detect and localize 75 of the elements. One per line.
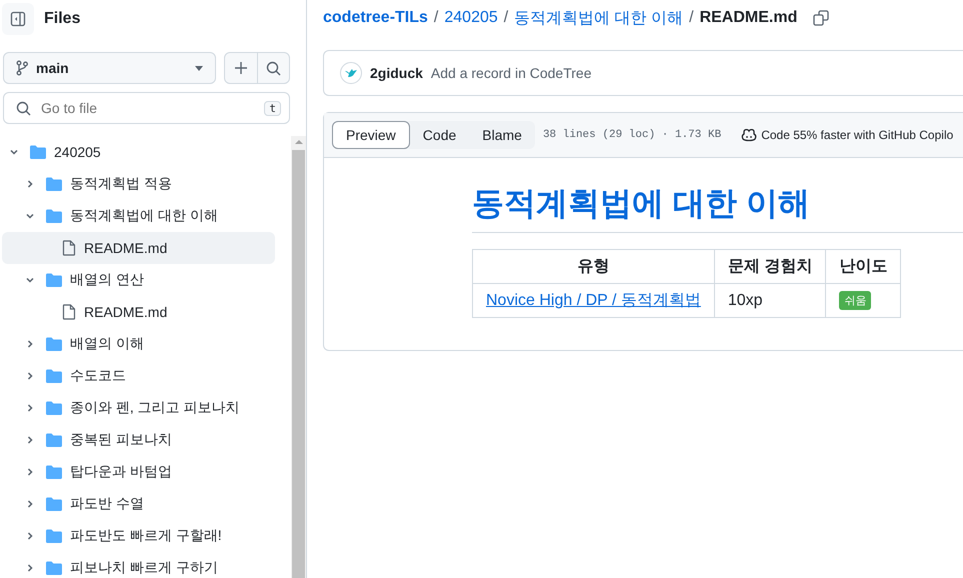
- folder-icon: [46, 465, 62, 479]
- folder-icon: [46, 433, 62, 447]
- breadcrumb-link[interactable]: 240205: [444, 9, 498, 27]
- path-separator: /: [434, 9, 438, 27]
- view-tab[interactable]: Preview: [332, 121, 410, 149]
- folder-item[interactable]: 파도반 수열: [2, 488, 275, 520]
- chevron-right-icon: [25, 179, 35, 189]
- chevron-down-icon: [9, 147, 19, 157]
- chevron-right-icon: [25, 435, 35, 445]
- path-separator: /: [689, 9, 694, 27]
- column-header: 난이도: [826, 250, 901, 284]
- view-tab[interactable]: Code: [410, 121, 470, 149]
- folder-item[interactable]: 피보나치 빠르게 구하기: [2, 552, 275, 578]
- sidebar-title: Files: [44, 10, 80, 28]
- folder-item[interactable]: 동적계획법에 대한 이해: [2, 200, 275, 232]
- chevron-right-icon: [25, 563, 35, 573]
- chevron-down-icon: [25, 211, 35, 221]
- folder-item[interactable]: 배열의 이해: [2, 328, 275, 360]
- chevron-right-icon: [25, 339, 35, 349]
- branch-icon: [16, 60, 28, 76]
- avatar-icon: [340, 62, 362, 84]
- folder-icon: [46, 529, 62, 543]
- chevron-right-icon: [25, 499, 35, 509]
- folder-icon: [46, 337, 62, 351]
- file-info: 38 lines (29 loc) · 1.73 KB: [542, 129, 722, 141]
- folder-item[interactable]: 중복된 피보나치: [2, 424, 275, 456]
- folder-icon: [46, 273, 62, 287]
- copilot-promo[interactable]: Code 55% faster with GitHub Copilo: [761, 128, 954, 142]
- folder-item[interactable]: 240205: [2, 136, 275, 168]
- go-to-file-box[interactable]: Go to file t: [3, 92, 290, 124]
- folder-item[interactable]: 동적계획법 적용: [2, 168, 275, 200]
- copy-icon[interactable]: [813, 10, 830, 26]
- sidebar-toggle-button[interactable]: [2, 3, 34, 35]
- chevron-right-icon: [25, 403, 35, 413]
- folder-icon: [46, 177, 62, 191]
- commit-message[interactable]: Add a record in CodeTree: [430, 65, 592, 81]
- breadcrumb-link[interactable]: codetree-TILs: [323, 9, 428, 27]
- file-icon: [62, 304, 76, 320]
- copilot-icon: [741, 128, 758, 142]
- caret-icon: [195, 66, 203, 70]
- chevron-down-icon: [25, 275, 35, 285]
- file-icon: [62, 240, 76, 256]
- table-cell: 10xp: [714, 284, 826, 318]
- folder-item[interactable]: 수도코드: [2, 360, 275, 392]
- search-icon: [266, 60, 281, 76]
- file-item[interactable]: README.md: [2, 296, 275, 328]
- chevron-right-icon: [25, 467, 35, 477]
- chevron-right-icon: [25, 531, 35, 541]
- search-icon: [16, 100, 31, 116]
- panel-icon: [10, 11, 26, 27]
- scrollbar[interactable]: [291, 136, 306, 578]
- folder-item[interactable]: 배열의 연산: [2, 264, 275, 296]
- folder-item[interactable]: 탑다운과 바텀업: [2, 456, 275, 488]
- difficulty-badge: 쉬움: [839, 291, 872, 310]
- folder-icon: [46, 497, 62, 511]
- shortcut-key: t: [264, 100, 281, 116]
- column-header: 문제 경험치: [714, 250, 826, 284]
- view-tab[interactable]: Blame: [469, 121, 535, 149]
- branch-selector[interactable]: main: [3, 52, 216, 84]
- breadcrumb-current: README.md: [700, 9, 798, 27]
- commit-author[interactable]: 2giduck: [370, 65, 423, 81]
- folder-icon: [46, 561, 62, 575]
- folder-item[interactable]: 파도반도 빠르게 구할래!: [2, 520, 275, 552]
- path-separator: /: [504, 9, 508, 27]
- column-header: 유형: [472, 250, 714, 284]
- folder-icon: [46, 369, 62, 383]
- folder-icon: [46, 209, 62, 223]
- file-item[interactable]: README.md: [2, 232, 275, 264]
- readme-heading: 동적계획법에 대한 이해: [472, 182, 963, 233]
- plus-icon: [234, 61, 248, 75]
- chevron-right-icon: [25, 371, 35, 381]
- folder-icon: [30, 145, 46, 159]
- breadcrumb-link[interactable]: 동적계획법에 대한 이해: [514, 8, 684, 28]
- folder-item[interactable]: 종이와 펜, 그리고 피보나치: [2, 392, 275, 424]
- folder-icon: [46, 401, 62, 415]
